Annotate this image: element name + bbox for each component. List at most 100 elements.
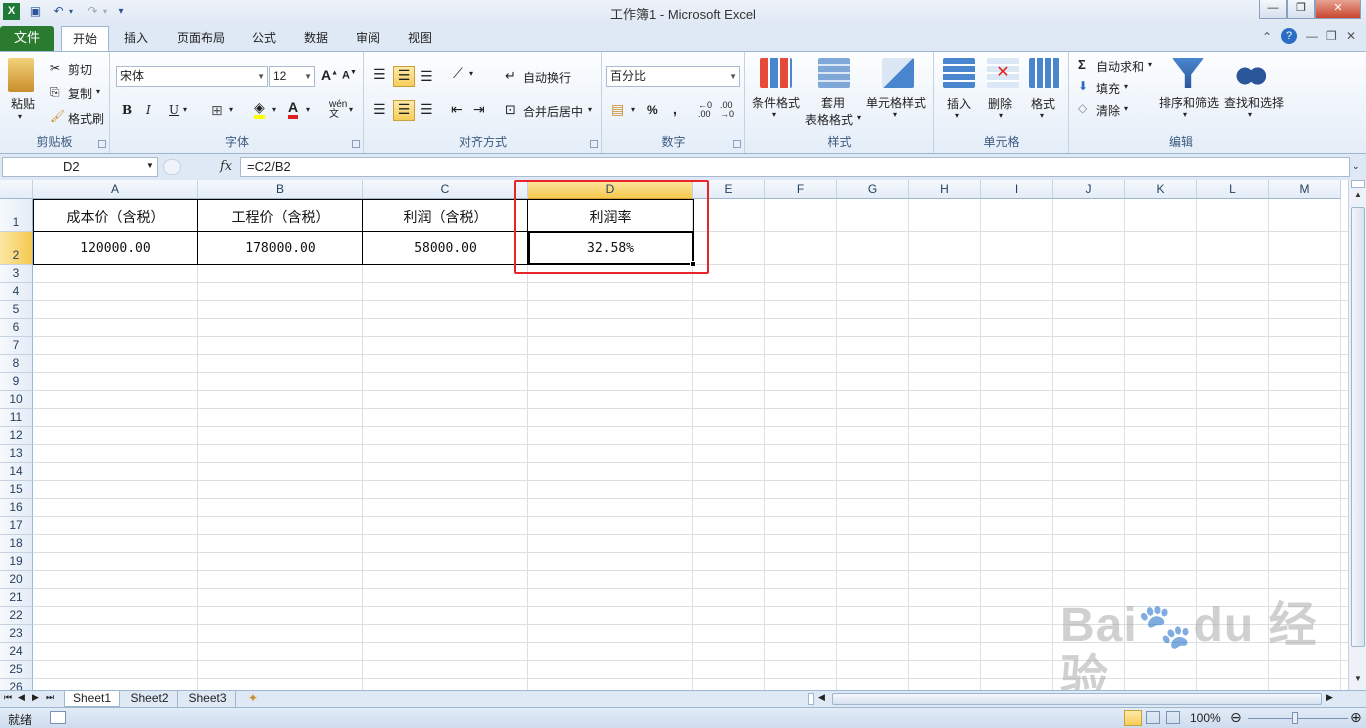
align-bottom-icon[interactable]: ☰ xyxy=(420,68,433,85)
clear-button[interactable]: 清除 xyxy=(1096,102,1120,119)
accounting-format-icon[interactable]: ▤ xyxy=(611,101,624,118)
decrease-decimal-icon[interactable]: .00 →0 xyxy=(720,101,734,119)
row-header-5[interactable]: 5 xyxy=(0,301,33,319)
workbook-restore-icon[interactable]: ❐ xyxy=(1326,29,1337,43)
column-header-c[interactable]: C xyxy=(363,180,528,199)
align-right-icon[interactable]: ☰ xyxy=(420,101,433,118)
number-format-combo[interactable]: 百分比 ▼ xyxy=(606,66,740,87)
row-header-20[interactable]: 20 xyxy=(0,571,33,589)
autosum-dropdown-icon[interactable]: ▾ xyxy=(1148,60,1152,69)
percent-style-button[interactable]: % xyxy=(647,103,658,117)
row-header-16[interactable]: 16 xyxy=(0,499,33,517)
column-header-m[interactable]: M xyxy=(1269,180,1341,199)
phonetic-icon[interactable]: wén 文 xyxy=(329,100,347,120)
number-launcher-icon[interactable] xyxy=(733,140,741,148)
worksheet-grid[interactable]: ABCDEFGHIJKLM 1 2 3 4 5 6 7 8 9 10 11 12 13 14 15 16 17 1… xyxy=(0,180,1348,690)
autosum-icon[interactable]: Σ xyxy=(1078,57,1086,72)
grow-font-icon[interactable]: A▲ xyxy=(321,67,338,83)
next-sheet-icon[interactable]: ▶ xyxy=(32,692,39,703)
increase-indent-icon[interactable]: ⇥ xyxy=(473,101,485,118)
conditional-dropdown-icon[interactable]: ▾ xyxy=(772,110,776,119)
column-header-i[interactable]: I xyxy=(981,180,1053,199)
split-box-icon[interactable] xyxy=(1351,180,1365,188)
align-center-icon[interactable]: ☰ xyxy=(393,100,415,121)
autosum-button[interactable]: 自动求和 xyxy=(1096,58,1144,75)
row-header-2[interactable]: 2 xyxy=(0,232,33,265)
row-header-13[interactable]: 13 xyxy=(0,445,33,463)
row-header-10[interactable]: 10 xyxy=(0,391,33,409)
insert-sheet-icon[interactable]: ✦ xyxy=(240,691,266,707)
row-header-8[interactable]: 8 xyxy=(0,355,33,373)
sort-filter-button[interactable]: 排序和筛选 xyxy=(1159,94,1219,111)
name-box[interactable]: D2 xyxy=(2,157,158,177)
row-header-21[interactable]: 21 xyxy=(0,589,33,607)
copy-button[interactable]: 复制 xyxy=(68,85,92,102)
cell-c1[interactable]: 利润（含税） xyxy=(363,207,528,227)
format-dropdown-icon[interactable]: ▾ xyxy=(1040,111,1044,120)
prev-sheet-icon[interactable]: ◀ xyxy=(18,692,25,703)
zoom-slider[interactable] xyxy=(1248,718,1348,719)
increase-decimal-icon[interactable]: ←0.00 xyxy=(698,101,712,119)
borders-icon[interactable]: ⊞ xyxy=(211,102,223,119)
row-header-12[interactable]: 12 xyxy=(0,427,33,445)
insert-cells-icon[interactable] xyxy=(943,58,975,88)
name-box-dropdown-icon[interactable]: ▼ xyxy=(146,161,154,170)
cell-a2[interactable]: 120000.00 xyxy=(33,241,198,256)
minimize-ribbon-icon[interactable]: ⌃ xyxy=(1262,30,1272,44)
row-header-9[interactable]: 9 xyxy=(0,373,33,391)
align-top-icon[interactable]: ☰ xyxy=(373,66,386,83)
row-header-14[interactable]: 14 xyxy=(0,463,33,481)
fill-dropdown-icon[interactable]: ▾ xyxy=(1124,82,1128,91)
copy-icon[interactable]: ⎘ xyxy=(50,85,60,100)
shrink-font-icon[interactable]: A▼ xyxy=(342,69,357,82)
vertical-scrollbar[interactable]: ▲ ▼ xyxy=(1348,180,1366,690)
scroll-left-icon[interactable]: ◀ xyxy=(818,692,825,703)
row-header-18[interactable]: 18 xyxy=(0,535,33,553)
orientation-icon[interactable]: ⟋ xyxy=(453,65,463,82)
column-header-g[interactable]: G xyxy=(837,180,909,199)
format-as-table-button[interactable]: 表格格式 xyxy=(805,111,853,128)
sort-dropdown-icon[interactable]: ▾ xyxy=(1183,110,1187,119)
row-header-1[interactable]: 1 xyxy=(0,199,33,232)
conditional-formatting-icon[interactable] xyxy=(760,58,792,88)
row-header-7[interactable]: 7 xyxy=(0,337,33,355)
find-select-button[interactable]: 查找和选择 xyxy=(1224,94,1284,111)
wrap-text-button[interactable]: 自动换行 xyxy=(523,69,571,86)
font-color-icon[interactable]: A xyxy=(288,100,299,119)
column-header-b[interactable]: B xyxy=(198,180,363,199)
align-left-icon[interactable]: ☰ xyxy=(373,101,386,118)
close-button[interactable]: ✕ xyxy=(1315,0,1361,19)
fill-color-dropdown-icon[interactable]: ▾ xyxy=(272,105,276,114)
first-sheet-icon[interactable]: ⏮ xyxy=(4,692,12,703)
format-cells-icon[interactable] xyxy=(1029,58,1061,88)
tab-home[interactable]: 开始 xyxy=(61,26,109,51)
expand-formula-icon[interactable]: ⌄ xyxy=(1352,161,1360,172)
underline-button[interactable]: U xyxy=(169,103,179,117)
zoom-in-icon[interactable]: ⊕ xyxy=(1350,709,1362,726)
comma-style-button[interactable]: , xyxy=(673,101,677,117)
cut-icon[interactable]: ✂ xyxy=(50,61,60,75)
column-header-h[interactable]: H xyxy=(909,180,981,199)
binoculars-icon[interactable] xyxy=(1236,58,1266,88)
decrease-indent-icon[interactable]: ⇤ xyxy=(451,101,463,118)
sheet-tab-sheet1[interactable]: Sheet1 xyxy=(64,691,120,707)
format-as-table-line1[interactable]: 套用 xyxy=(821,94,845,111)
zoom-out-icon[interactable]: ⊖ xyxy=(1230,709,1242,726)
format-painter-button[interactable]: 格式刷 xyxy=(68,110,104,127)
clipboard-launcher-icon[interactable] xyxy=(98,140,106,148)
orientation-dropdown-icon[interactable]: ▾ xyxy=(469,69,473,78)
sheet-tab-sheet2[interactable]: Sheet2 xyxy=(122,691,178,707)
insert-cells-button[interactable]: 插入 xyxy=(947,95,971,112)
fill-button[interactable]: 填充 xyxy=(1096,80,1120,97)
column-header-j[interactable]: J xyxy=(1053,180,1125,199)
column-header-k[interactable]: K xyxy=(1125,180,1197,199)
format-painter-icon[interactable]: 🖌 xyxy=(50,109,65,123)
tab-data[interactable]: 数据 xyxy=(294,26,338,51)
clear-dropdown-icon[interactable]: ▾ xyxy=(1124,104,1128,113)
delete-cells-button[interactable]: 删除 xyxy=(988,95,1012,112)
bold-button[interactable]: B xyxy=(122,103,132,117)
tab-split-icon[interactable] xyxy=(808,693,814,705)
delete-dropdown-icon[interactable]: ▾ xyxy=(999,111,1003,120)
fill-icon[interactable]: ⬇ xyxy=(1078,79,1088,93)
tab-review[interactable]: 审阅 xyxy=(346,26,390,51)
